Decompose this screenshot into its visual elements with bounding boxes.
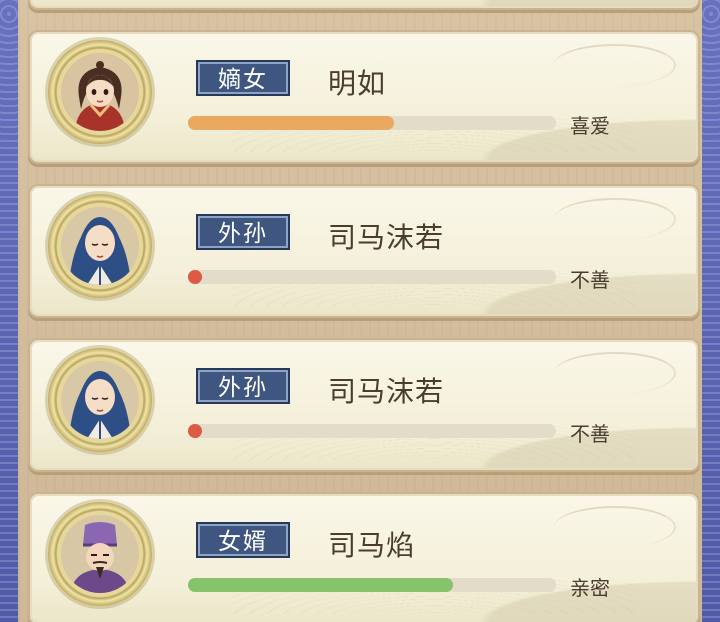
relative-card[interactable]: 女婿 司马焰 亲密 [32, 496, 696, 622]
avatar-frame [48, 348, 152, 452]
relative-name: 司马焰 [328, 529, 416, 562]
relation-tag: 外孙 [196, 368, 290, 404]
woman-portrait-icon [61, 53, 139, 131]
attitude-label: 亲密 [570, 576, 610, 600]
list-item-partial [32, 0, 696, 6]
relation-tag: 嫡女 [196, 60, 290, 96]
monk-portrait-icon [61, 207, 139, 285]
relative-card[interactable]: 嫡女 明如 喜爱 [32, 34, 696, 160]
favor-bar-fill [188, 424, 202, 438]
attitude-label: 不善 [570, 268, 610, 292]
relative-name: 司马沫若 [328, 375, 445, 408]
favor-bar [188, 578, 556, 592]
favor-bar-fill [188, 116, 395, 130]
official-portrait-icon [61, 515, 139, 593]
left-border-pattern [0, 0, 18, 622]
relatives-list[interactable]: 嫡女 明如 喜爱 外孙 司马沫若 不善 外孙 司马沫若 不善 女婿 司马焰 亲密 [18, 0, 702, 622]
avatar-frame [48, 194, 152, 298]
favor-bar [188, 270, 556, 284]
attitude-label: 不善 [570, 422, 610, 446]
relation-tag: 女婿 [196, 522, 290, 558]
relation-tag: 外孙 [196, 214, 290, 250]
favor-bar-fill [188, 270, 202, 284]
favor-bar [188, 116, 556, 130]
relative-name: 司马沫若 [328, 221, 445, 254]
relative-name: 明如 [328, 67, 387, 100]
avatar-frame [48, 502, 152, 606]
relative-card[interactable]: 外孙 司马沫若 不善 [32, 342, 696, 468]
favor-bar [188, 424, 556, 438]
avatar-frame [48, 40, 152, 144]
right-border-pattern [702, 0, 720, 622]
monk-portrait-icon [61, 361, 139, 439]
relative-card[interactable]: 外孙 司马沫若 不善 [32, 188, 696, 314]
attitude-label: 喜爱 [570, 114, 610, 138]
favor-bar-fill [188, 578, 453, 592]
